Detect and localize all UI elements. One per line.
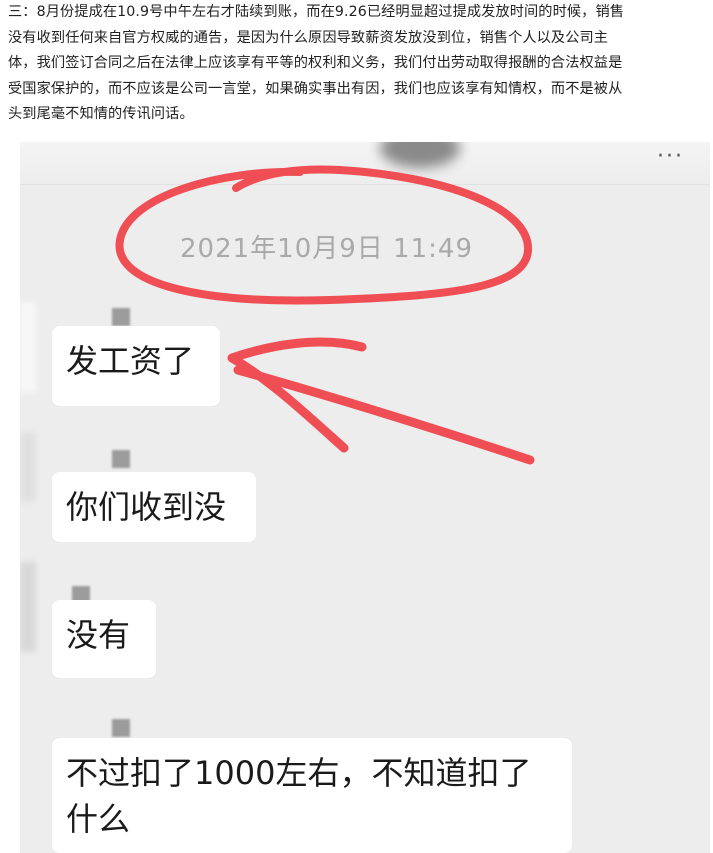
red-arrow-head xyxy=(227,337,367,453)
red-annotation-overlay xyxy=(115,165,535,465)
red-circle-annotation xyxy=(115,165,533,305)
red-arrow-shaft xyxy=(233,365,535,465)
